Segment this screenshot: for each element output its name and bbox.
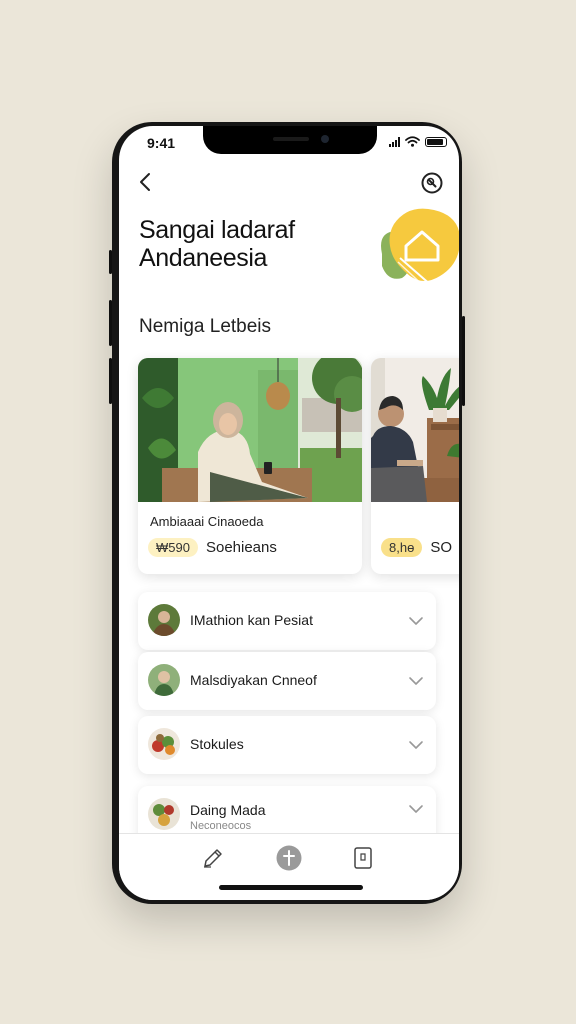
list-item[interactable]: Malsdiyakan Cnneof xyxy=(138,652,436,710)
nav-document-button[interactable] xyxy=(349,844,377,872)
power-button xyxy=(462,316,465,406)
front-camera xyxy=(321,135,329,143)
nav-edit-button[interactable] xyxy=(199,844,227,872)
chevron-down-icon[interactable] xyxy=(408,614,424,628)
card-label: Soehieans xyxy=(205,539,277,556)
app-screen: 9:41 Sangai ladaraf Andaneesia Nemiga Le… xyxy=(119,126,459,900)
section-title: Nemiga Letbeis xyxy=(139,316,272,337)
list-item-label: Stokules xyxy=(190,736,244,752)
card-caption: Ambiaaai Cinaoeda xyxy=(150,514,264,529)
list-item-label: Malsdiyakan Cnneof xyxy=(190,672,317,688)
mute-switch xyxy=(109,250,112,274)
house-icon xyxy=(381,208,459,291)
notch xyxy=(203,126,377,154)
list-item-label: Daing Mada xyxy=(190,802,266,818)
list-item-sublabel: Neconeocos xyxy=(190,820,252,832)
list-item[interactable]: IMathion kan Pesiat xyxy=(138,592,436,650)
price-badge: 8,hɵ xyxy=(381,538,423,557)
plus-icon xyxy=(276,845,302,871)
card-info-row: ₩590 Soehieans xyxy=(148,538,277,557)
volume-up-button xyxy=(109,300,112,346)
avatar xyxy=(148,664,180,696)
wifi-icon xyxy=(405,136,420,147)
chevron-down-icon[interactable] xyxy=(408,802,424,816)
second-card[interactable]: 8,hɵ SO xyxy=(371,358,459,574)
search-button[interactable] xyxy=(419,170,445,196)
list-item[interactable]: Stokules xyxy=(138,716,436,774)
signal-icon xyxy=(389,136,400,147)
featured-card[interactable]: Ambiaaai Cinaoeda ₩590 Soehieans xyxy=(138,358,362,574)
card-photo-woman xyxy=(138,358,362,502)
back-button[interactable] xyxy=(135,170,155,194)
page-title-line-1: Sangai ladaraf xyxy=(139,216,295,244)
bottom-nav-bar xyxy=(119,833,459,900)
volume-down-button xyxy=(109,358,112,404)
avatar xyxy=(148,604,180,636)
page-title: Sangai ladaraf Andaneesia xyxy=(139,216,295,272)
speaker-grille xyxy=(273,137,309,141)
page-title-line-2: Andaneesia xyxy=(139,244,268,272)
home-indicator[interactable] xyxy=(219,885,363,890)
pencil-icon xyxy=(204,849,222,868)
avatar xyxy=(148,798,180,830)
document-icon xyxy=(354,847,372,869)
battery-icon xyxy=(425,136,447,147)
status-time: 9:41 xyxy=(147,135,176,151)
price-badge: ₩590 xyxy=(148,538,198,557)
avatar xyxy=(148,728,180,760)
chevron-left-icon xyxy=(140,173,150,191)
list-item-label: IMathion kan Pesiat xyxy=(190,612,313,628)
card-photo-man xyxy=(371,358,459,502)
chevron-down-icon[interactable] xyxy=(408,738,424,752)
phone-frame: 9:41 Sangai ladaraf Andaneesia Nemiga Le… xyxy=(109,122,465,904)
card-label: SO xyxy=(430,539,452,556)
search-icon xyxy=(421,172,443,194)
card-info-row: 8,hɵ SO xyxy=(381,538,452,557)
status-icons xyxy=(389,136,447,147)
nav-add-button[interactable] xyxy=(275,844,303,872)
chevron-down-icon[interactable] xyxy=(408,674,424,688)
